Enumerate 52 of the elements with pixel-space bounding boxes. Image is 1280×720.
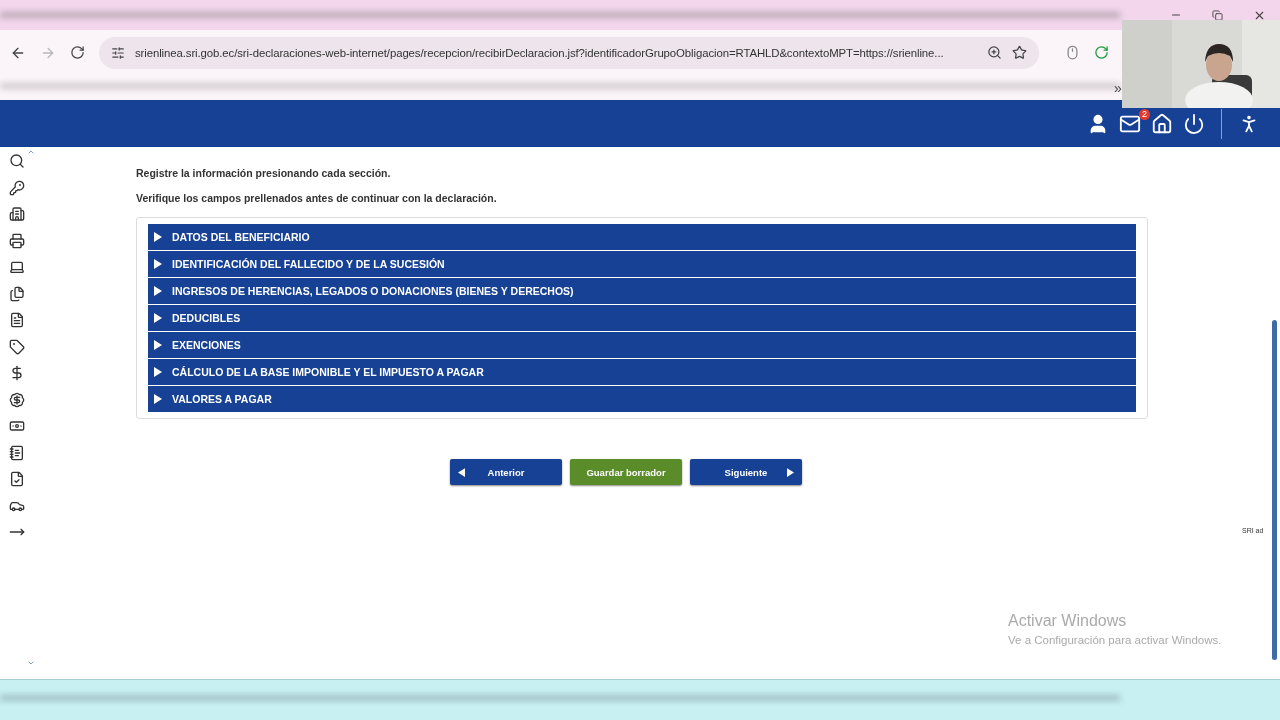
activation-title: Activar Windows <box>1008 612 1128 630</box>
extension-icon[interactable] <box>1094 45 1109 60</box>
zoom-icon[interactable] <box>987 45 1002 60</box>
caret-icon <box>154 232 162 242</box>
instruction-text: Registre la información presionando cada sección. <box>136 167 392 179</box>
file-check-icon[interactable] <box>9 471 25 487</box>
bookmark-star-icon[interactable] <box>1012 45 1027 60</box>
site-settings-icon[interactable] <box>111 45 125 60</box>
dollar-icon[interactable] <box>9 365 25 381</box>
dollar-badge-icon[interactable] <box>9 391 25 408</box>
extension-icon[interactable] <box>1065 45 1080 60</box>
key-icon[interactable] <box>9 179 25 196</box>
restore-icon[interactable] <box>1212 9 1223 21</box>
url-text: srienlinea.sri.gob.ec/sri-declaraciones-web-internet/pages/recepcion/recibirDeclaracion.jsf?identificadorGrupoObligacion=RTAHLD&contextoMPT=https://srienline... <box>135 46 945 59</box>
notification-badge: 2 <box>1139 108 1150 120</box>
search-icon[interactable] <box>9 153 25 169</box>
next-button[interactable]: Siguiente <box>690 459 802 485</box>
bookmarks-overflow[interactable]: » <box>1114 79 1122 96</box>
scroll-down-icon[interactable] <box>27 659 35 667</box>
laptop-icon[interactable] <box>9 259 25 275</box>
scrollbar-thumb[interactable] <box>1272 320 1277 660</box>
caret-icon <box>458 466 465 478</box>
save-draft-button[interactable]: Guardar borrador <box>570 459 682 485</box>
caret-icon <box>787 466 794 478</box>
notes-icon[interactable] <box>9 444 25 461</box>
caret-icon <box>154 259 162 269</box>
address-bar[interactable]: srienlinea.sri.gob.ec/sri-declaraciones-web-internet/pages/recepcion/recibirDeclaracion.jsf?identificadorGrupoObligacion=RTAHLD&contextoMPT=https://srienline... <box>99 36 1039 69</box>
section-header[interactable]: CÁLCULO DE LA BASE IMPONIBLE Y EL IMPUESTO A PAGAR <box>148 359 1136 385</box>
activation-text: Ve a Configuración para activar Windows. <box>1008 634 1222 646</box>
building-icon[interactable] <box>9 206 25 222</box>
banknote-icon[interactable] <box>9 418 25 434</box>
caret-icon <box>154 313 162 323</box>
section-header[interactable]: VALORES A PAGAR <box>148 386 1136 412</box>
section-header[interactable]: IDENTIFICACIÓN DEL FALLECIDO Y DE LA SUCESIÓN <box>148 251 1136 277</box>
section-header[interactable]: INGRESOS DE HERENCIAS, LEGADOS O DONACIONES (BIENES Y DERECHOS) <box>148 278 1136 304</box>
caret-icon <box>154 367 162 377</box>
caret-icon <box>154 394 162 404</box>
tag-icon[interactable] <box>9 338 25 355</box>
section-header[interactable]: DATOS DEL BENEFICIARIO <box>148 224 1136 250</box>
reload-button[interactable] <box>70 45 85 60</box>
home-icon[interactable] <box>1151 112 1173 135</box>
power-icon[interactable] <box>1183 112 1205 135</box>
document-icon[interactable] <box>9 312 25 328</box>
printer-icon[interactable] <box>9 232 25 249</box>
section-header[interactable]: EXENCIONES <box>148 332 1136 358</box>
section-header[interactable]: DEDUCIBLES <box>148 305 1136 331</box>
caret-icon <box>154 286 162 296</box>
scroll-up-icon[interactable] <box>27 148 35 156</box>
previous-button[interactable]: Anterior <box>450 459 562 485</box>
instruction-text: Verifique los campos prellenados antes de continuar con la declaración. <box>136 192 498 204</box>
documents-icon[interactable] <box>9 285 25 302</box>
caret-icon <box>154 340 162 350</box>
